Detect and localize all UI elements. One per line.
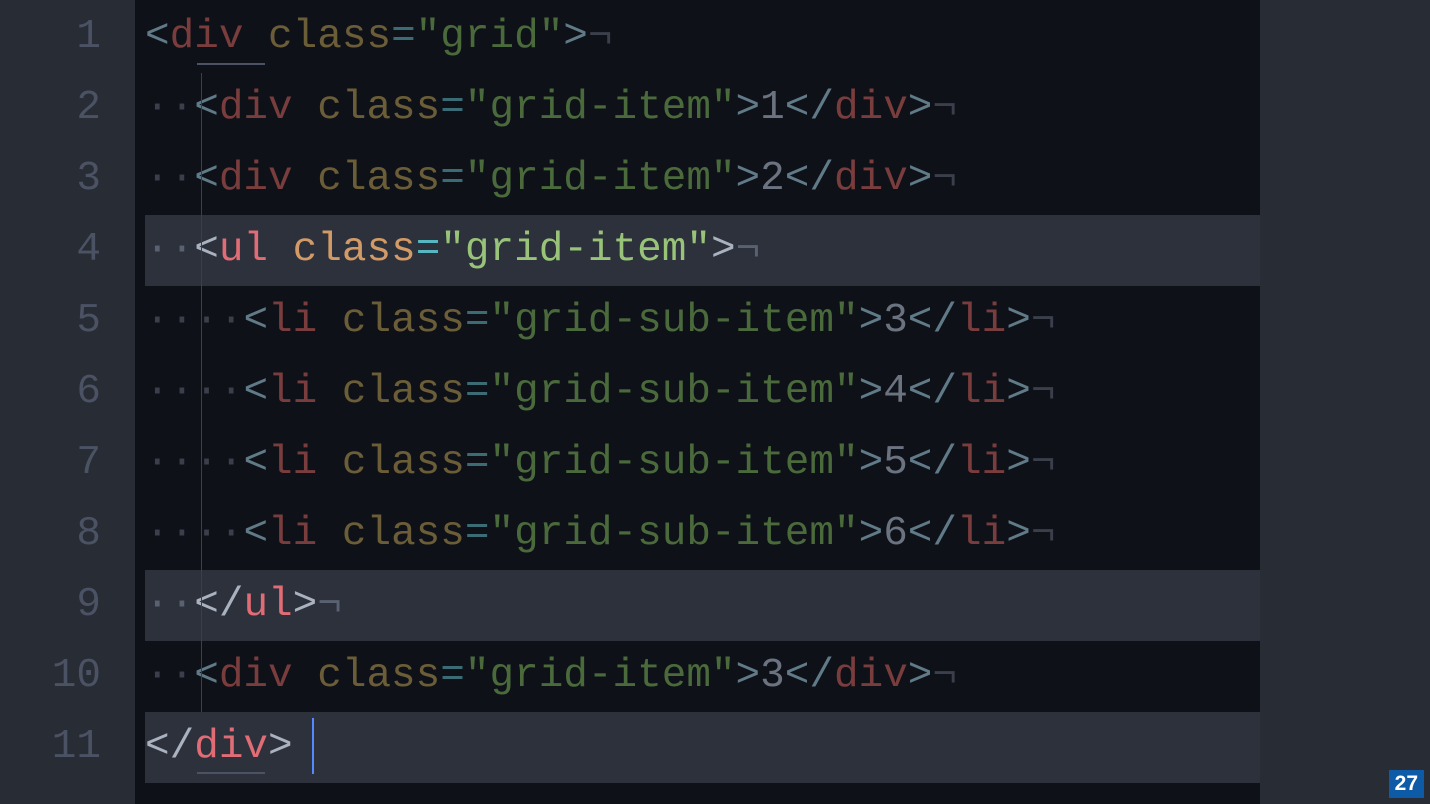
code-line[interactable]: </div> bbox=[145, 712, 1260, 783]
indent-guide bbox=[201, 357, 202, 428]
indent-guide bbox=[201, 499, 202, 570]
line-number: 1 bbox=[0, 2, 101, 73]
text-cursor bbox=[312, 718, 314, 774]
code-line[interactable]: ··<div class="grid-item">1</div>¬ bbox=[145, 73, 1260, 144]
indent-guide bbox=[201, 73, 202, 144]
code-line[interactable]: ··</ul>¬ bbox=[145, 570, 1260, 641]
line-number: 4 bbox=[0, 215, 101, 286]
side-margin bbox=[1260, 0, 1430, 804]
indent-guide bbox=[201, 428, 202, 499]
code-line[interactable]: ····<li class="grid-sub-item">6</li>¬ bbox=[145, 499, 1260, 570]
indent-guide bbox=[201, 286, 202, 357]
code-line[interactable]: ····<li class="grid-sub-item">4</li>¬ bbox=[145, 357, 1260, 428]
line-number-gutter: 1 2 3 4 5 6 7 8 9 10 11 bbox=[0, 0, 135, 804]
slide-number-badge: 27 bbox=[1389, 770, 1424, 798]
match-underline bbox=[197, 772, 265, 774]
indent-guide bbox=[201, 215, 202, 286]
line-number: 7 bbox=[0, 428, 101, 499]
line-number: 5 bbox=[0, 286, 101, 357]
line-number: 8 bbox=[0, 499, 101, 570]
line-number: 10 bbox=[0, 641, 101, 712]
code-editor[interactable]: 1 2 3 4 5 6 7 8 9 10 11 <div class="grid… bbox=[0, 0, 1260, 804]
code-line[interactable]: ··<div class="grid-item">2</div>¬ bbox=[145, 144, 1260, 215]
code-line[interactable]: ··<div class="grid-item">3</div>¬ bbox=[145, 641, 1260, 712]
indent-guide bbox=[201, 144, 202, 215]
code-area[interactable]: <div class="grid">¬ ··<div class="grid-i… bbox=[135, 0, 1260, 804]
match-underline bbox=[197, 63, 265, 65]
line-number: 11 bbox=[0, 712, 101, 783]
code-line[interactable]: ····<li class="grid-sub-item">5</li>¬ bbox=[145, 428, 1260, 499]
indent-guide bbox=[201, 570, 202, 641]
line-number: 6 bbox=[0, 357, 101, 428]
line-number: 2 bbox=[0, 73, 101, 144]
code-line[interactable]: ··<ul class="grid-item">¬ bbox=[145, 215, 1260, 286]
line-number: 3 bbox=[0, 144, 101, 215]
indent-guide bbox=[201, 641, 202, 712]
code-line[interactable]: ····<li class="grid-sub-item">3</li>¬ bbox=[145, 286, 1260, 357]
line-number: 9 bbox=[0, 570, 101, 641]
code-line[interactable]: <div class="grid">¬ bbox=[145, 2, 1260, 73]
